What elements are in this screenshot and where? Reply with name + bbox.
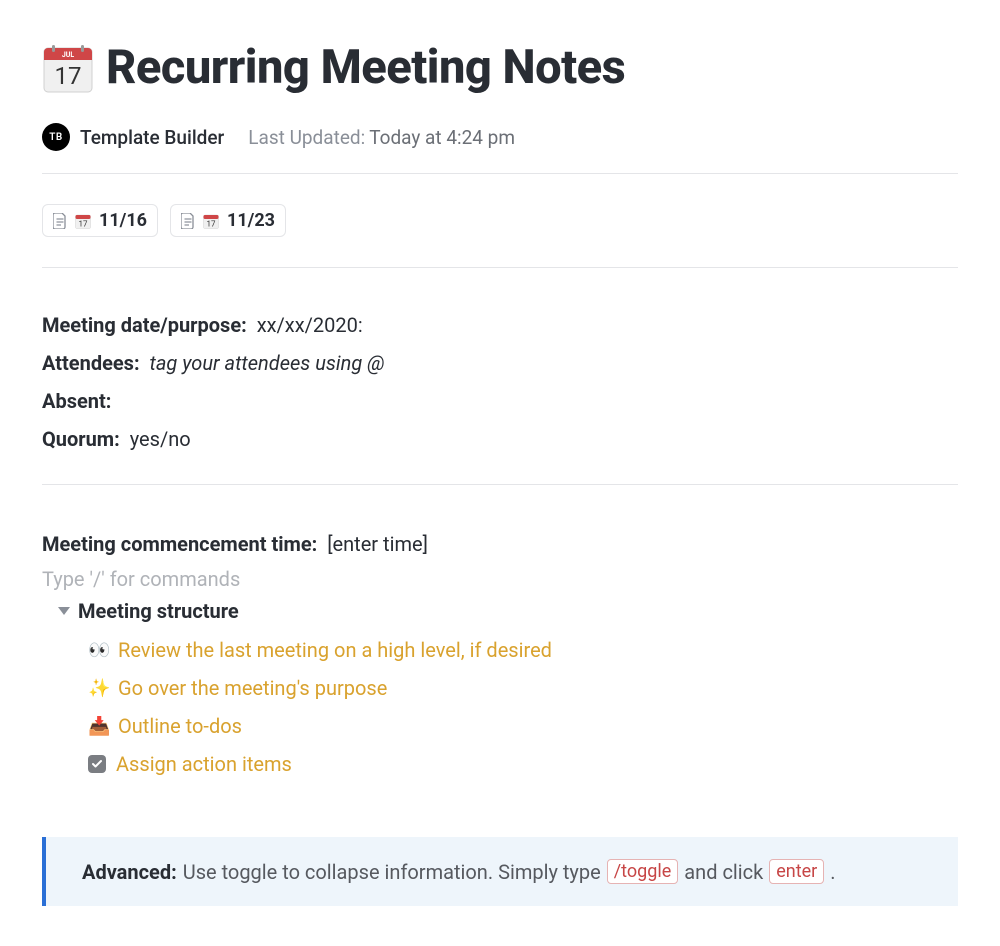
advanced-text: and click bbox=[684, 860, 763, 884]
svg-text:17: 17 bbox=[79, 219, 88, 228]
sparkles-icon: ✨ bbox=[88, 678, 108, 699]
author-name: Template Builder bbox=[80, 126, 224, 149]
attendees-label: Attendees: bbox=[42, 351, 140, 375]
attendees-line[interactable]: Attendees: tag your attendees using @ bbox=[42, 344, 958, 382]
subpage-chip[interactable]: 17 11/23 bbox=[170, 204, 286, 237]
updated-label: Last Updated: bbox=[248, 126, 365, 149]
quorum-line[interactable]: Quorum: yes/no bbox=[42, 420, 958, 458]
advanced-label: Advanced: bbox=[82, 860, 177, 884]
meta-row: TB Template Builder Last Updated: Today … bbox=[42, 123, 958, 151]
chip-label: 11/16 bbox=[99, 210, 147, 231]
svg-text:17: 17 bbox=[55, 62, 82, 90]
chevron-down-icon bbox=[58, 607, 70, 615]
commence-line[interactable]: Meeting commencement time: [enter time] bbox=[42, 525, 958, 563]
toggle-header[interactable]: Meeting structure bbox=[42, 597, 958, 631]
avatar: TB bbox=[42, 123, 70, 151]
calendar-icon: 17 bbox=[75, 213, 91, 229]
structure-link[interactable]: Outline to-dos bbox=[118, 714, 242, 738]
command-placeholder[interactable]: Type '/' for commands bbox=[42, 567, 958, 591]
structure-list: 👀 Review the last meeting on a high leve… bbox=[42, 631, 958, 783]
attendees-value: tag your attendees using @ bbox=[150, 351, 385, 375]
absent-label: Absent: bbox=[42, 389, 111, 413]
commence-label: Meeting commencement time: bbox=[42, 532, 317, 556]
toggle-label: Meeting structure bbox=[78, 599, 239, 623]
inbox-icon: 📥 bbox=[88, 716, 108, 737]
absent-line[interactable]: Absent: bbox=[42, 382, 958, 420]
quorum-value: yes/no bbox=[130, 427, 191, 451]
structure-link[interactable]: Review the last meeting on a high level,… bbox=[118, 638, 552, 662]
author-block: TB Template Builder bbox=[42, 123, 224, 151]
page-title: Recurring Meeting Notes bbox=[106, 40, 625, 95]
fields-block: Meeting date/purpose: xx/xx/2020: Attend… bbox=[42, 268, 958, 484]
eyes-icon: 👀 bbox=[88, 640, 108, 661]
advanced-callout: Advanced: Use toggle to collapse informa… bbox=[42, 837, 958, 906]
kbd-enter: enter bbox=[769, 859, 824, 884]
document-icon bbox=[53, 213, 67, 229]
structure-link[interactable]: Go over the meeting's purpose bbox=[118, 676, 387, 700]
subpage-chips: 17 11/16 17 11/23 bbox=[42, 174, 958, 267]
calendar-icon: 17 bbox=[203, 213, 219, 229]
meeting-date-line[interactable]: Meeting date/purpose: xx/xx/2020: bbox=[42, 306, 958, 344]
commence-block: Meeting commencement time: [enter time] … bbox=[42, 485, 958, 795]
title-row: JUL 17 Recurring Meeting Notes bbox=[42, 40, 958, 95]
updated-block: Last Updated: Today at 4:24 pm bbox=[248, 126, 515, 149]
list-item: ✨ Go over the meeting's purpose bbox=[88, 669, 958, 707]
list-item: Assign action items bbox=[88, 745, 958, 783]
subpage-chip[interactable]: 17 11/16 bbox=[42, 204, 158, 237]
structure-link[interactable]: Assign action items bbox=[116, 752, 292, 776]
quorum-label: Quorum: bbox=[42, 427, 120, 451]
chip-label: 11/23 bbox=[227, 210, 275, 231]
checkbox-icon bbox=[88, 755, 106, 773]
calendar-icon: JUL 17 bbox=[42, 42, 94, 94]
meeting-date-value-text: xx/xx/2020: bbox=[257, 313, 363, 337]
commence-value: [enter time] bbox=[327, 532, 428, 556]
advanced-text: . bbox=[830, 860, 835, 884]
document-icon bbox=[181, 213, 195, 229]
kbd-toggle: /toggle bbox=[607, 859, 679, 884]
list-item: 👀 Review the last meeting on a high leve… bbox=[88, 631, 958, 669]
svg-text:17: 17 bbox=[207, 219, 216, 228]
meeting-date-label: Meeting date/purpose: bbox=[42, 313, 247, 337]
svg-text:JUL: JUL bbox=[62, 51, 75, 59]
list-item: 📥 Outline to-dos bbox=[88, 707, 958, 745]
updated-value: Today at 4:24 pm bbox=[369, 126, 515, 149]
advanced-text: Use toggle to collapse information. Simp… bbox=[183, 860, 601, 884]
